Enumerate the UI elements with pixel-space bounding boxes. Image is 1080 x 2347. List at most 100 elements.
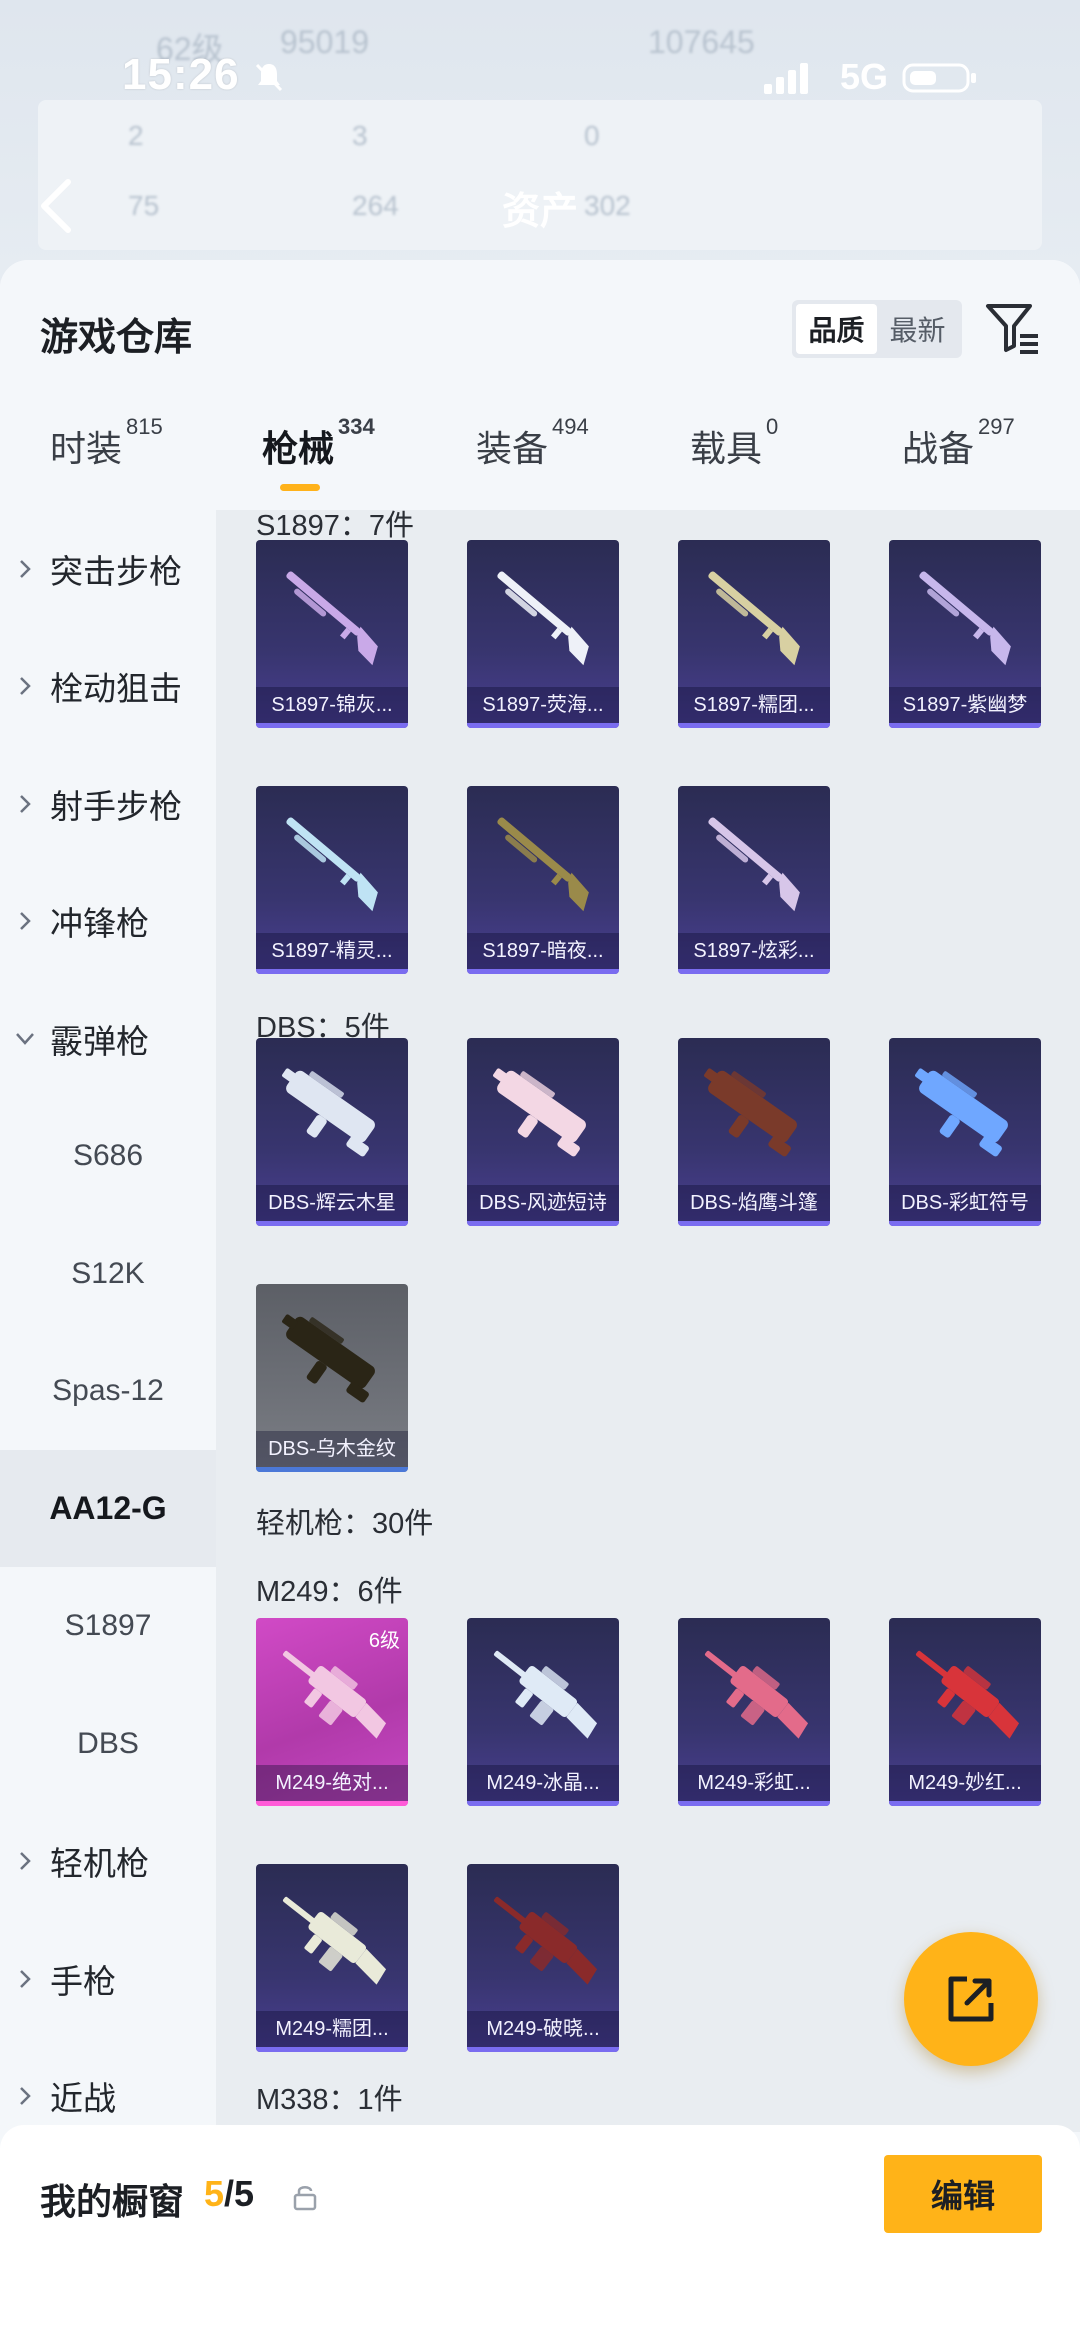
item-card[interactable]: M249-糯团... [256,1864,408,2052]
item-card[interactable]: M249-彩虹... [678,1618,830,1806]
sidebar-item[interactable]: 手枪 [0,1920,216,2037]
tab-costume[interactable]: 时装815 [50,414,163,472]
item-card[interactable]: 6级 M249-绝对... [256,1618,408,1806]
tab-equipment[interactable]: 装备494 [476,414,589,472]
sidebar-item[interactable]: DBS [0,1685,216,1802]
sidebar-item[interactable]: S12K [0,1215,216,1332]
chevron-right-icon [0,1920,50,2037]
sidebar-item-label: DBS [77,1726,139,1760]
sidebar-item-label: AA12-G [49,1490,167,1526]
item-card[interactable]: DBS-焰鹰斗篷 [678,1038,830,1226]
item-card[interactable]: S1897-糯团... [678,540,830,728]
chevron-right-icon [0,628,50,745]
item-card[interactable]: M249-破晓... [467,1864,619,2052]
sidebar-item-label: 栓动狙击 [50,670,182,707]
showcase-count: 5/5 [204,2173,254,2215]
tab-firearms[interactable]: 枪械334 [262,414,375,472]
sidebar-item-label: 突击步枪 [50,552,182,590]
item-name: M249-彩虹... [678,1765,830,1801]
blur-stat: 302 [584,190,631,221]
weapon-skin-image [497,571,589,666]
item-card[interactable]: S1897-炫彩... [678,786,830,974]
sort-quality[interactable]: 品质 [796,304,877,354]
item-card[interactable]: S1897-锦灰... [256,540,408,728]
item-level: 6级 [368,1630,400,1652]
sidebar-item[interactable]: S686 [0,1098,216,1215]
item-name: M249-破晓... [467,2011,619,2047]
item-name: S1897-精灵... [256,933,408,969]
sidebar-item[interactable]: AA12-G [0,1450,216,1567]
sidebar-item[interactable]: 突击步枪 [0,510,216,627]
item-name: S1897-锦灰... [256,687,408,723]
item-card[interactable]: S1897-精灵... [256,786,408,974]
edit-button[interactable]: 编辑 [884,2155,1042,2233]
item-card[interactable]: M249-冰晶... [467,1618,619,1806]
sidebar-item[interactable]: 霰弹枪 [0,980,216,1097]
item-name: M249-冰晶... [467,1765,619,1801]
chevron-right-icon [0,745,50,862]
chevron-right-icon [0,1803,50,1920]
item-card[interactable]: S1897-紫幽梦 [889,540,1041,728]
sidebar-item-label: 射手步枪 [50,787,182,825]
filter-icon[interactable] [982,298,1042,358]
item-card[interactable]: DBS-彩虹符号 [889,1038,1041,1226]
blur-stat: 2 [128,120,144,151]
item-card[interactable]: M249-妙红... [889,1618,1041,1806]
group-label-m338: M338：1件 [256,2084,403,2116]
tab-vehicles[interactable]: 载具0 [690,414,778,472]
item-card[interactable]: S1897-暗夜... [467,786,619,974]
weapon-skin-image [493,1068,586,1157]
sidebar-item[interactable]: 栓动狙击 [0,628,216,745]
back-arrow-icon[interactable] [36,176,76,236]
tab-gear[interactable]: 战备297 [902,414,1015,472]
sidebar-item[interactable]: Spas-12 [0,1333,216,1450]
item-name: S1897-荧海... [467,687,619,723]
active-tab-indicator [280,484,320,491]
item-card[interactable]: S1897-荧海... [467,540,619,728]
tab-count: 815 [126,414,163,439]
sidebar-item-label: 手枪 [50,1962,116,2000]
sidebar-item-label: S1897 [64,1609,152,1642]
weapon-skin-image [708,817,800,912]
blur-stat: 3 [352,120,368,151]
tab-label: 枪械 [262,428,335,469]
clock: 15:26 [122,50,240,99]
assets-label: 资产 [502,191,579,233]
item-card[interactable]: DBS-乌木金纹 [256,1284,408,1472]
share-icon [948,1976,994,2022]
tab-count: 297 [978,414,1015,439]
showcase-current: 5 [204,2173,225,2214]
sidebar-item[interactable]: S1897 [0,1568,216,1685]
sidebar-item[interactable]: 轻机枪 [0,1803,216,1920]
sidebar-item-label: 霰弹枪 [50,1022,149,1060]
item-name: DBS-辉云木星 [256,1185,408,1221]
weapon-skin-image [282,1068,375,1157]
sidebar-item[interactable]: 射手步枪 [0,745,216,862]
weapon-skin-image [282,1314,375,1403]
warehouse-sheet: 游戏仓库 品质 最新 时装815 枪械334 装备494 载具0 战备297 突… [0,260,1080,2347]
signal-icon [764,63,808,94]
item-name: S1897-炫彩... [678,933,830,969]
share-button[interactable] [904,1932,1038,2066]
network-type: 5G [840,56,889,97]
category-tabs: 时装815 枪械334 装备494 载具0 战备297 [0,414,1080,510]
group-label-lmg: 轻机枪：30件 [256,1508,434,1540]
item-card[interactable]: DBS-风迹短诗 [467,1038,619,1226]
sidebar-item-label: S12K [71,1256,145,1290]
sidebar-item[interactable]: 冲锋枪 [0,863,216,980]
sort-toggle: 品质 最新 [792,300,962,358]
item-name: M249-绝对... [256,1765,408,1801]
tab-label: 载具 [690,428,763,469]
status-bar: 15:26 5G [0,50,1080,110]
page-title: 游戏仓库 [40,317,193,359]
chevron-right-icon [0,863,50,980]
showcase-total: /5 [224,2173,255,2214]
sidebar-item[interactable]: 近战 [0,2038,216,2133]
weapon-skin-image [915,1068,1008,1157]
sort-newest[interactable]: 最新 [877,304,958,354]
item-card[interactable]: DBS-辉云木星 [256,1038,408,1226]
weapon-skin-image [704,1068,797,1157]
background-header: 62级 95019 107645 2 3 0 75 264 302 15:26 … [0,0,1080,280]
lock-icon [293,2186,317,2211]
chevron-right-icon [0,2038,50,2133]
